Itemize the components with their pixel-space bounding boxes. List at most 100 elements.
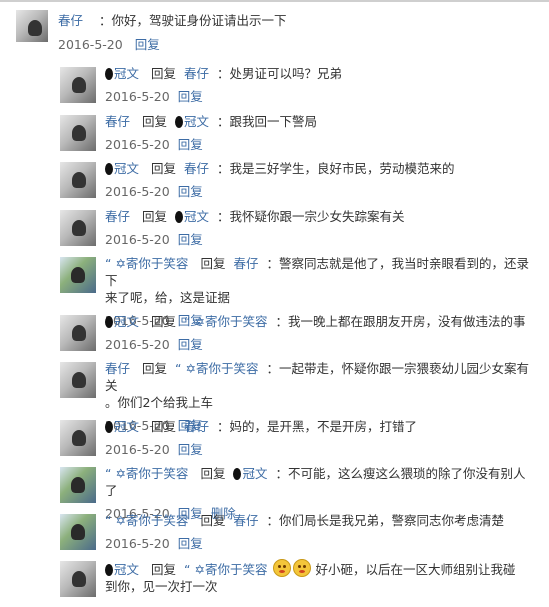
avatar[interactable] <box>60 561 96 597</box>
redaction-mark <box>175 211 184 223</box>
reply-link[interactable]: 回复 <box>178 184 203 199</box>
redaction-mark <box>105 68 113 80</box>
reply-item: 冠文 回复 春仔 ：我是三好学生，良好市民，劳动模范来的 2016-5-20 回复 <box>60 157 530 205</box>
reply-text-line: “ ✡寄你于笑容 回复 春仔 ：你们局长是我兄弟，警察同志你考虑清楚 <box>105 512 530 529</box>
reply-to-word: 回复 <box>142 361 168 376</box>
reply-meta: 2016-5-20 回复 <box>105 336 530 353</box>
redaction-mark <box>105 163 113 175</box>
reply-to-word: 回复 <box>151 161 177 176</box>
reply-to-word: 回复 <box>200 256 226 271</box>
reply-link[interactable]: 回复 <box>178 536 203 551</box>
redaction-mark <box>105 316 113 328</box>
author-name[interactable]: 冠文 <box>105 66 139 81</box>
reply-item: “ ✡寄你于笑容 回复 春仔 ：你们局长是我兄弟，警察同志你考虑清楚 2016-5-20… <box>60 509 530 556</box>
reply-body: 冠文回复 春仔 ：妈的，是开黑，不是开房，打错了 2016-5-20 回复 <box>105 415 530 458</box>
reply-body: “ ✡寄你于笑容 回复 春仔 ：你们局长是我兄弟，警察同志你考虑清楚 2016-5-20… <box>105 509 530 552</box>
reply-item: 冠文回复 “ ✡寄你于笑容 ：我一晚上都在跟朋友开房，没有做违法的事 2016-5-2… <box>60 310 530 357</box>
reply-body: 冠文 回复 “ ✡寄你于笑容 好小砸，以后在一区大师组别让我碰 到你，见一次打一次 <box>105 556 530 595</box>
emoji-group <box>273 559 313 577</box>
reply-item: 冠文回复 春仔 ：处男证可以吗？兄弟 2016-5-20 回复 <box>60 62 530 110</box>
author-name[interactable]: 春仔 <box>105 209 130 224</box>
author-name[interactable]: “ ✡寄你于笑容 <box>105 256 188 271</box>
author-name[interactable]: “ ✡寄你于笑容 <box>105 466 188 481</box>
reply-target-name[interactable]: “ ✡寄你于笑容 <box>184 314 267 329</box>
reply-text-line: 冠文 回复 春仔 ：我是三好学生，良好市民，劳动模范来的 <box>105 160 530 177</box>
reply-link[interactable]: 回复 <box>178 442 203 457</box>
reply-meta: 2016-5-20 回复 <box>105 231 530 248</box>
author-name[interactable]: 春仔 <box>58 13 83 28</box>
reply-text-line: 春仔 回复 冠文 ：我怀疑你跟一宗少女失踪案有关 <box>105 208 530 225</box>
reply-link[interactable]: 回复 <box>135 37 160 52</box>
emoji-icon <box>273 559 292 577</box>
reply-target-name[interactable]: 春仔 <box>233 513 258 528</box>
reply-item: “ ✡寄你于笑容 回复 春仔 ：警察同志就是他了，我当时亲眼看到的，还录下 来了呢，给，… <box>60 252 530 328</box>
reply-target-name[interactable]: 冠文 <box>175 114 209 129</box>
author-name[interactable]: 冠文 <box>105 161 139 176</box>
reply-body: 冠文 回复 春仔 ：我是三好学生，良好市民，劳动模范来的 2016-5-20 回复 <box>105 157 530 200</box>
author-name[interactable]: “ ✡寄你于笑容 <box>105 513 188 528</box>
author-name[interactable]: 春仔 <box>105 114 130 129</box>
reply-text-line: 。你们2个给我上车 <box>105 394 530 411</box>
avatar[interactable] <box>60 67 96 103</box>
reply-date: 2016-5-20 <box>105 536 170 551</box>
reply-text: ：我一晚上都在跟朋友开房，没有做违法的事 <box>275 314 526 329</box>
avatar[interactable] <box>16 10 48 42</box>
reply-text-line: “ ✡寄你于笑容 回复 冠文 ：不可能，这么瘦这么猥琐的除了你没有别人了 <box>105 465 530 499</box>
redaction-mark <box>105 421 113 433</box>
author-name[interactable]: 冠文 <box>105 562 139 577</box>
redaction-mark <box>175 116 184 128</box>
author-name[interactable]: 春仔 <box>105 361 130 376</box>
avatar[interactable] <box>60 362 96 398</box>
reply-meta: 2016-5-20 回复 <box>105 88 530 105</box>
reply-date: 2016-5-20 <box>105 337 170 352</box>
avatar[interactable] <box>60 210 96 246</box>
comment-meta: 2016-5-20 回复 <box>58 36 160 53</box>
reply-target-name[interactable]: 冠文 <box>175 209 209 224</box>
reply-link[interactable]: 回复 <box>178 232 203 247</box>
reply-text-line: “ ✡寄你于笑容 回复 春仔 ：警察同志就是他了，我当时亲眼看到的，还录下 <box>105 255 530 289</box>
reply-date: 2016-5-20 <box>105 137 170 152</box>
avatar[interactable] <box>60 162 96 198</box>
avatar[interactable] <box>60 315 96 351</box>
avatar[interactable] <box>60 257 96 293</box>
reply-text-line: 春仔 回复 “ ✡寄你于笑容 ：一起带走，怀疑你跟一宗猥亵幼儿园少女案有关 <box>105 360 530 394</box>
reply-target-name[interactable]: 春仔 <box>184 419 209 434</box>
reply-text: ：我是三好学生，良好市民，劳动模范来的 <box>217 161 455 176</box>
author-name[interactable]: 冠文 <box>105 419 139 434</box>
reply-link[interactable]: 回复 <box>178 89 203 104</box>
avatar[interactable] <box>60 467 96 503</box>
reply-text: ：处男证可以吗？兄弟 <box>217 66 343 81</box>
reply-to-word: 回复 <box>200 466 226 481</box>
reply-target-name[interactable]: 春仔 <box>184 66 209 81</box>
reply-target-name[interactable]: “ ✡寄你于笑容 <box>175 361 258 376</box>
reply-item: 冠文回复 春仔 ：妈的，是开黑，不是开房，打错了 2016-5-20 回复 <box>60 415 530 462</box>
reply-text-line: 冠文 回复 春仔 ：处男证可以吗？兄弟 <box>105 65 530 82</box>
reply-text: 到你，见一次打一次 <box>105 579 218 594</box>
reply-target-name[interactable]: 春仔 <box>184 161 209 176</box>
reply-text-line: 冠文 回复 “ ✡寄你于笑容 好小砸，以后在一区大师组别让我碰 <box>105 559 530 578</box>
reply-text-line: 到你，见一次打一次 <box>105 578 530 595</box>
reply-text: ：妈的，是开黑，不是开房，打错了 <box>217 419 418 434</box>
reply-date: 2016-5-20 <box>105 184 170 199</box>
reply-meta: 2016-5-20 回复 <box>105 183 530 200</box>
reply-body: 冠文回复 春仔 ：处男证可以吗？兄弟 2016-5-20 回复 <box>105 62 530 105</box>
reply-text: 。你们2个给我上车 <box>105 395 213 410</box>
avatar[interactable] <box>60 115 96 151</box>
reply-text: ：一起带走，怀疑你跟一宗猥亵幼儿园少女案有关 <box>105 361 529 393</box>
reply-text: 来了呢，给，这是证据 <box>105 290 231 305</box>
reply-to-word: 回复 <box>142 114 168 129</box>
reply-item: “ ✡寄你于笑容 回复 冠文 ：不可能，这么瘦这么猥琐的除了你没有别人了 2016-5-… <box>60 462 530 521</box>
reply-to-word: 回复 <box>200 513 226 528</box>
reply-target-name[interactable]: 冠文 <box>233 466 267 481</box>
reply-link[interactable]: 回复 <box>178 137 203 152</box>
reply-date: 2016-5-20 <box>105 89 170 104</box>
avatar[interactable] <box>60 420 96 456</box>
reply-target-name[interactable]: “ ✡寄你于笑容 <box>184 562 267 577</box>
reply-text-line: 来了呢，给，这是证据 <box>105 289 530 306</box>
avatar[interactable] <box>60 514 96 550</box>
reply-target-name[interactable]: 春仔 <box>233 256 258 271</box>
reply-text: ：跟我回一下警局 <box>217 114 318 129</box>
reply-link[interactable]: 回复 <box>178 337 203 352</box>
reply-meta: 2016-5-20 回复 <box>105 441 530 458</box>
author-name[interactable]: 冠文 <box>105 314 139 329</box>
